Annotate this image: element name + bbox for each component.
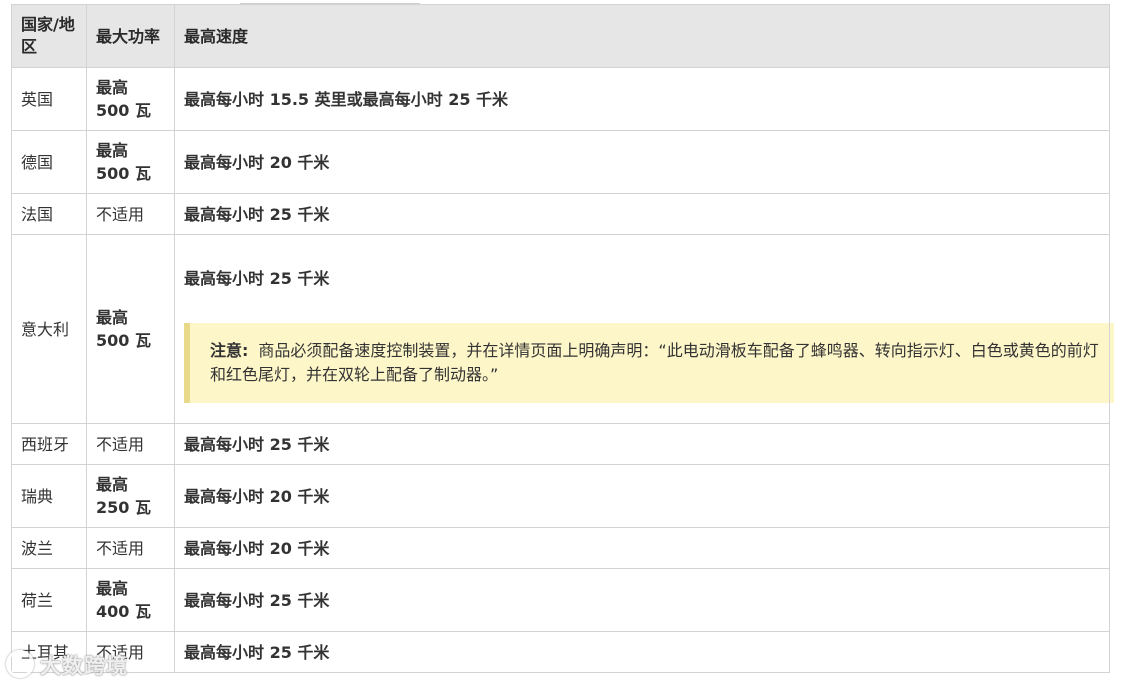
table-row: 意大利 最高 500 瓦 最高每小时 25 千米 注意: 商品必须配备速度控制装置…	[11, 234, 1114, 424]
note-box: 注意: 商品必须配备速度控制装置，并在详情页面上明确声明：“此电动滑板车配备了蜂鸣…	[184, 322, 1114, 403]
cell-speed: 最高每小时 25 千米	[174, 631, 1110, 673]
cell-country: 土耳其	[11, 631, 87, 673]
cell-speed: 最高每小时 25 千米 注意: 商品必须配备速度控制装置，并在详情页面上明确声明：…	[174, 234, 1114, 424]
table-header-row: 国家/地区 最大功率 最高速度	[11, 4, 1110, 68]
note-label: 注意:	[210, 340, 249, 360]
cell-power: 最高 400 瓦	[86, 568, 175, 632]
cell-speed: 最高每小时 25 千米	[174, 193, 1110, 235]
cell-country: 荷兰	[11, 568, 87, 632]
note-text: 商品必须配备速度控制装置，并在详情页面上明确声明：“此电动滑板车配备了蜂鸣器、转…	[210, 340, 1099, 384]
cell-power: 最高 500 瓦	[86, 130, 175, 194]
cell-country: 法国	[11, 193, 87, 235]
table-row: 西班牙 不适用 最高每小时 25 千米	[11, 423, 1110, 465]
table-row: 瑞典 最高 250 瓦 最高每小时 20 千米	[11, 464, 1110, 528]
cell-power: 最高 500 瓦	[86, 67, 175, 131]
speed-text: 最高每小时 25 千米	[184, 268, 330, 288]
table-row: 法国 不适用 最高每小时 25 千米	[11, 193, 1110, 235]
cell-country: 波兰	[11, 527, 87, 569]
table-row: 荷兰 最高 400 瓦 最高每小时 25 千米	[11, 568, 1110, 632]
cell-speed: 最高每小时 20 千米	[174, 130, 1110, 194]
header-country: 国家/地区	[11, 4, 87, 68]
cell-country: 英国	[11, 67, 87, 131]
header-max-speed: 最高速度	[174, 4, 1110, 68]
cell-speed: 最高每小时 20 千米	[174, 527, 1110, 569]
cell-country: 瑞典	[11, 464, 87, 528]
table-row: 英国 最高 500 瓦 最高每小时 15.5 英里或最高每小时 25 千米	[11, 67, 1110, 131]
header-max-power: 最大功率	[86, 4, 175, 68]
cell-country: 西班牙	[11, 423, 87, 465]
cell-power: 不适用	[86, 631, 175, 673]
cell-power: 最高 500 瓦	[86, 234, 175, 424]
cell-speed: 最高每小时 25 千米	[174, 568, 1110, 632]
cell-speed: 最高每小时 20 千米	[174, 464, 1110, 528]
cell-country: 德国	[11, 130, 87, 194]
cell-power: 不适用	[86, 193, 175, 235]
cell-speed: 最高每小时 25 千米	[174, 423, 1110, 465]
cell-power: 最高 250 瓦	[86, 464, 175, 528]
cell-speed: 最高每小时 15.5 英里或最高每小时 25 千米	[174, 67, 1110, 131]
cell-power: 不适用	[86, 423, 175, 465]
table-row: 德国 最高 500 瓦 最高每小时 20 千米	[11, 130, 1110, 194]
page: 国家/地区 最大功率 最高速度 英国 最高 500 瓦 最高每小时 15.5 英…	[0, 0, 1122, 686]
table-row: 波兰 不适用 最高每小时 20 千米	[11, 527, 1110, 569]
cell-country: 意大利	[11, 234, 87, 424]
cell-power: 不适用	[86, 527, 175, 569]
table-row: 土耳其 不适用 最高每小时 25 千米	[11, 631, 1110, 673]
ebike-regulation-table: 国家/地区 最大功率 最高速度 英国 最高 500 瓦 最高每小时 15.5 英…	[11, 4, 1114, 673]
